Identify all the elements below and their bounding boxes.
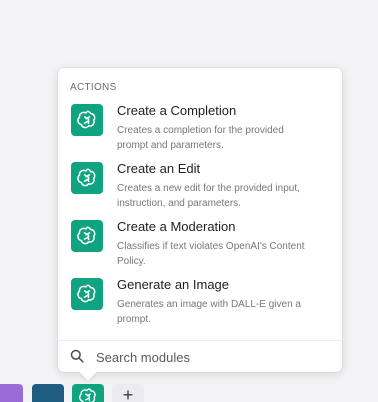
- action-list: Create a Completion Creates a completion…: [58, 98, 342, 330]
- action-description: Creates a new edit for the provided inpu…: [117, 183, 300, 209]
- action-title: Generate an Image: [117, 277, 230, 292]
- action-title: Create a Completion: [117, 103, 237, 118]
- module-picker-popover: ACTIONS Create a Completion Creates a co…: [58, 68, 342, 372]
- openai-module-tile[interactable]: [72, 384, 104, 402]
- action-description: Classifies if text violates OpenAI's Con…: [117, 241, 305, 267]
- action-create-moderation[interactable]: Create a Moderation Classifies if text v…: [58, 214, 342, 272]
- action-description: Generates an image with DALL-E given a p…: [117, 299, 301, 325]
- search-icon: [70, 349, 84, 363]
- action-create-completion[interactable]: Create a Completion Creates a completion…: [58, 98, 342, 156]
- openai-icon: [71, 104, 103, 136]
- json-module-tile[interactable]: [0, 384, 23, 402]
- module-dock: +: [0, 384, 378, 402]
- canvas: ACTIONS Create a Completion Creates a co…: [0, 0, 378, 402]
- action-create-edit[interactable]: Create an Edit Creates a new edit for th…: [58, 156, 342, 214]
- add-module-button[interactable]: +: [112, 384, 144, 402]
- openai-icon: [79, 388, 96, 402]
- openai-icon: [71, 278, 103, 310]
- search-modules-input[interactable]: [96, 347, 326, 367]
- openai-icon: [71, 162, 103, 194]
- section-title-actions: ACTIONS: [70, 82, 117, 93]
- search-row: [58, 341, 342, 372]
- action-title: Create a Moderation: [117, 219, 236, 234]
- mysql-module-tile[interactable]: [32, 384, 64, 402]
- action-description: Creates a completion for the provided pr…: [117, 125, 284, 151]
- action-title: Create an Edit: [117, 161, 201, 176]
- action-generate-image[interactable]: Generate an Image Generates an image wit…: [58, 272, 342, 330]
- openai-icon: [71, 220, 103, 252]
- plus-icon: +: [122, 385, 134, 402]
